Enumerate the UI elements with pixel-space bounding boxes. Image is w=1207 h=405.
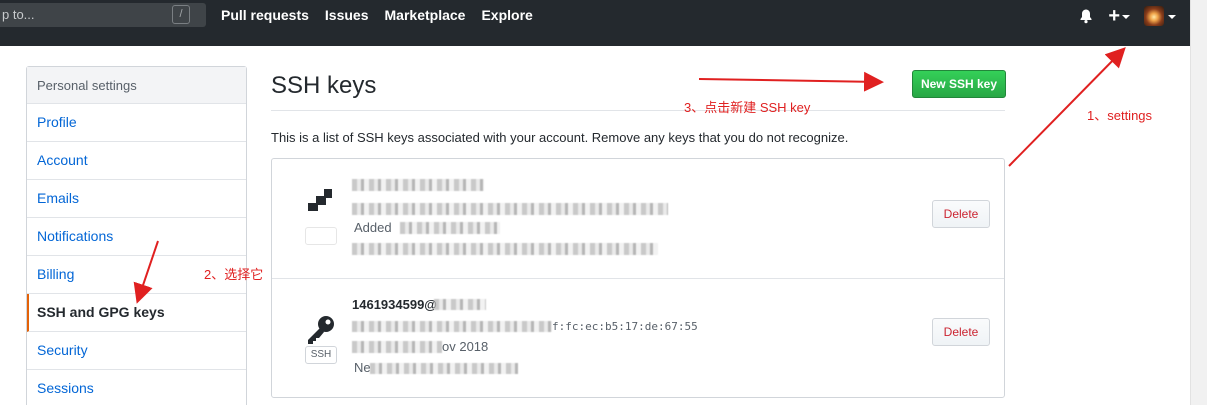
annotation-step-1: 1、settings: [1087, 108, 1153, 123]
delete-key-button[interactable]: Delete: [932, 318, 990, 346]
sidebar-item-emails[interactable]: Emails: [27, 180, 246, 218]
annotation-step-3: 3、点击新建 SSH key: [684, 100, 811, 115]
key-added-date-redacted: [400, 222, 500, 234]
key-added-date: ov 2018: [442, 339, 489, 354]
annotation-step-2: 2、选择它: [204, 267, 264, 282]
key-added-label: Added: [354, 220, 392, 235]
plus-icon: +: [1108, 5, 1120, 27]
key-last-used: Ne: [354, 360, 371, 375]
sidebar-item-ssh-gpg-keys[interactable]: SSH and GPG keys: [27, 294, 246, 332]
keys-description: This is a list of SSH keys associated wi…: [271, 130, 849, 145]
header-icons: +: [1078, 6, 1176, 26]
list-item: SSH 1461934599@ f:fc:ec:b5:17:de:67:55 o…: [272, 278, 1004, 397]
search-shortcut-badge: /: [172, 5, 190, 24]
key-fingerprint-redacted: [352, 203, 668, 215]
sidebar-item-security[interactable]: Security: [27, 332, 246, 370]
header-nav: Pull requests Issues Marketplace Explore: [221, 7, 533, 23]
key-icon: [308, 316, 334, 344]
sidebar-item-notifications[interactable]: Notifications: [27, 218, 246, 256]
nav-marketplace[interactable]: Marketplace: [385, 7, 466, 23]
title-divider: [271, 110, 1005, 111]
delete-key-button[interactable]: Delete: [932, 200, 990, 228]
annotation-arrow-step-3: [698, 71, 884, 92]
sidebar-item-profile[interactable]: Profile: [27, 104, 246, 142]
avatar: [1144, 6, 1164, 26]
list-item: Added Delete: [272, 159, 1004, 278]
top-header: p to... / Pull requests Issues Marketpla…: [0, 0, 1190, 46]
key-fingerprint-redacted: [352, 321, 552, 332]
key-icon: [308, 189, 332, 211]
key-title-redacted: [352, 179, 484, 191]
ssh-key-list: Added Delete SSH 1461934599@ f:fc:ec:b5:…: [271, 158, 1005, 398]
key-last-used-redacted: [370, 363, 518, 374]
sidebar-item-account[interactable]: Account: [27, 142, 246, 180]
sidebar-item-sessions[interactable]: Sessions: [27, 370, 246, 405]
create-new-dropdown[interactable]: +: [1108, 5, 1130, 27]
bell-icon[interactable]: [1078, 8, 1094, 24]
search-input[interactable]: p to... /: [0, 3, 206, 27]
nav-explore[interactable]: Explore: [481, 7, 532, 23]
new-ssh-key-button[interactable]: New SSH key: [912, 70, 1006, 98]
nav-pull-requests[interactable]: Pull requests: [221, 7, 309, 23]
key-last-used-redacted: [352, 243, 658, 255]
key-type-badge: [305, 227, 337, 245]
page-title: SSH keys: [271, 72, 377, 99]
key-type-badge: SSH: [305, 346, 337, 364]
key-title-redacted: [434, 299, 486, 310]
window-scrollbar[interactable]: [1190, 0, 1207, 405]
key-title: 1461934599@: [352, 297, 437, 312]
sidebar-heading: Personal settings: [27, 67, 246, 104]
key-fingerprint: f:fc:ec:b5:17:de:67:55: [552, 320, 698, 333]
key-added-redacted: [352, 341, 442, 353]
chevron-down-icon: [1122, 15, 1130, 19]
search-placeholder: p to...: [2, 7, 35, 22]
nav-issues[interactable]: Issues: [325, 7, 369, 23]
chevron-down-icon: [1168, 15, 1176, 19]
user-menu[interactable]: [1144, 6, 1176, 26]
settings-sidebar: Personal settings Profile Account Emails…: [26, 66, 247, 405]
